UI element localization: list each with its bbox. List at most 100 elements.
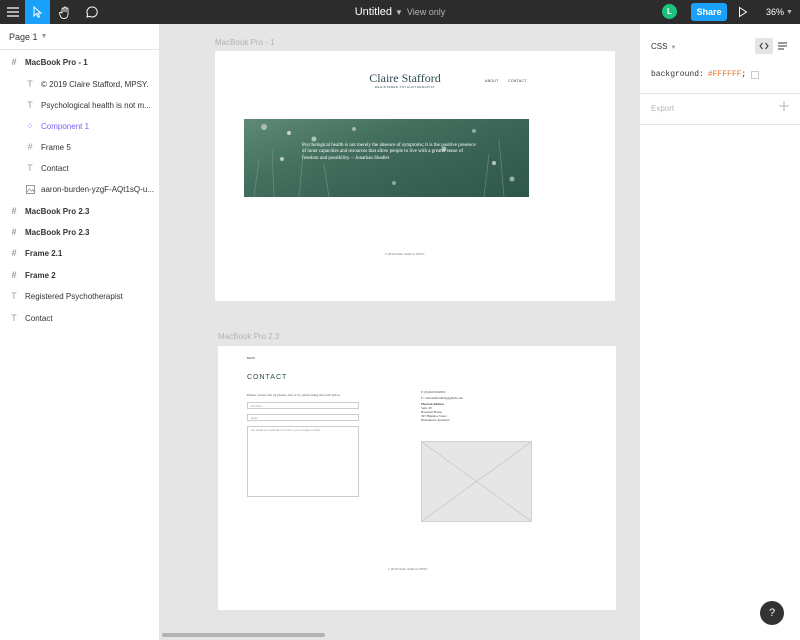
frame-icon: # bbox=[11, 57, 17, 67]
layer-item[interactable]: # Frame 5 bbox=[0, 137, 159, 157]
map-placeholder bbox=[421, 441, 532, 522]
document-title-area: Untitled ▼ View only bbox=[0, 0, 800, 24]
layer-item[interactable]: # Frame 2.1 bbox=[0, 243, 159, 263]
hand-icon bbox=[58, 6, 68, 19]
share-button[interactable]: Share bbox=[691, 3, 727, 21]
nav-about: ABOUT bbox=[485, 79, 499, 83]
view-mode-label: View only bbox=[406, 7, 446, 17]
layer-label: MacBook Pro - 1 bbox=[25, 57, 88, 67]
plus-icon bbox=[779, 101, 789, 111]
email-field: Email bbox=[247, 414, 359, 421]
chevron-down-icon: ▼ bbox=[670, 45, 677, 51]
horizontal-scrollbar[interactable] bbox=[162, 633, 325, 637]
export-label: Export bbox=[651, 104, 675, 113]
list-icon bbox=[777, 42, 787, 50]
layer-label: © 2019 Claire Stafford, MPSY. bbox=[41, 79, 149, 89]
play-icon bbox=[739, 6, 748, 18]
main-menu-button[interactable] bbox=[0, 0, 25, 24]
chevron-down-icon: ▼ bbox=[40, 33, 48, 40]
name-field: Full Name bbox=[247, 402, 359, 409]
layer-item[interactable]: ⁘ Component 1 bbox=[0, 116, 159, 136]
add-export-button[interactable] bbox=[779, 101, 789, 113]
form-intro: Please contact me by phone, text or by e… bbox=[247, 393, 341, 397]
frame-icon: # bbox=[11, 270, 17, 280]
help-button[interactable]: ? bbox=[760, 601, 784, 625]
email-placeholder: Email bbox=[251, 417, 258, 420]
layer-item[interactable]: # MacBook Pro 2.3 bbox=[0, 201, 159, 221]
layer-item[interactable]: aaron-burden-yzgF-AQt1sQ-u... bbox=[0, 179, 159, 199]
comment-tool-button[interactable] bbox=[79, 0, 104, 24]
hamburger-menu-icon bbox=[6, 7, 19, 17]
text-icon: T bbox=[11, 291, 17, 301]
move-tool-button[interactable] bbox=[25, 0, 50, 24]
code-language-label: CSS bbox=[651, 42, 668, 51]
text-icon: T bbox=[27, 79, 33, 89]
present-button[interactable] bbox=[738, 5, 750, 19]
code-brackets-icon bbox=[759, 42, 769, 50]
layer-item[interactable]: # MacBook Pro 2.3 bbox=[0, 222, 159, 242]
text-icon: T bbox=[27, 100, 33, 110]
divider bbox=[640, 93, 800, 94]
layer-label: Contact bbox=[25, 313, 53, 323]
text-icon: T bbox=[27, 163, 33, 173]
message-placeholder: Any details you would like to include in… bbox=[251, 429, 321, 432]
list-view-button[interactable] bbox=[776, 39, 788, 53]
chevron-down-icon[interactable]: ▼ bbox=[395, 8, 403, 17]
frame-icon: # bbox=[11, 206, 17, 216]
frame-macbook-pro-2-3[interactable]: BACK CONTACT Please contact me by phone,… bbox=[218, 346, 616, 610]
divider bbox=[640, 124, 800, 125]
zoom-level: 36% bbox=[766, 7, 785, 17]
layer-label: Frame 2.1 bbox=[25, 248, 63, 258]
comment-bubble-icon bbox=[85, 6, 98, 18]
frame-label[interactable]: MacBook Pro 2.3 bbox=[218, 332, 279, 341]
layer-item[interactable]: T Registered Psychotherapist bbox=[0, 286, 159, 306]
layer-label: Frame 2 bbox=[25, 270, 56, 280]
hero-quote: Psychological health is not merely the a… bbox=[302, 143, 476, 161]
document-name[interactable]: Untitled bbox=[355, 6, 392, 18]
contact-heading: CONTACT bbox=[247, 374, 288, 381]
layer-item[interactable]: # Frame 2 bbox=[0, 265, 159, 285]
text-icon: T bbox=[11, 313, 17, 323]
hand-tool-button[interactable] bbox=[52, 0, 77, 24]
page-selector[interactable]: Page 1 ▼ bbox=[0, 24, 159, 50]
layer-item[interactable]: # MacBook Pro - 1 bbox=[0, 52, 159, 72]
site-logo: Claire Stafford bbox=[369, 71, 441, 85]
design-canvas[interactable]: MacBook Pro - 1 Claire Stafford REGISTER… bbox=[160, 24, 639, 640]
image-icon bbox=[25, 184, 35, 194]
cursor-arrow-icon bbox=[33, 6, 42, 18]
layer-label: Component 1 bbox=[41, 121, 90, 131]
phone-text: P: (64)0225240952 bbox=[421, 390, 446, 394]
frame-label[interactable]: MacBook Pro - 1 bbox=[215, 38, 275, 47]
code-language-select[interactable]: CSS ▼ bbox=[651, 42, 676, 51]
component-icon: ⁘ bbox=[26, 120, 34, 131]
code-view-button[interactable] bbox=[755, 38, 773, 54]
message-field: Any details you would like to include in… bbox=[247, 426, 359, 497]
color-swatch bbox=[751, 70, 760, 79]
layer-label: Frame 5 bbox=[41, 142, 71, 152]
contact-info: P: (64)0225240952 E: clairestafford029@g… bbox=[421, 390, 531, 422]
frame-icon: # bbox=[27, 142, 33, 152]
layers-panel: Page 1 ▼ # MacBook Pro - 1 T © 2019 Claire… bbox=[0, 24, 160, 640]
footer-copyright: © 2019 Claire Stafford, MPSY. bbox=[387, 567, 429, 571]
page-name: Page 1 bbox=[9, 31, 38, 42]
chevron-down-icon: ▼ bbox=[786, 8, 793, 16]
name-placeholder: Full Name bbox=[251, 405, 263, 408]
email-text: E: clairestafford029@gmail.com bbox=[421, 396, 463, 400]
layer-label: Psychological health is not m... bbox=[41, 100, 151, 110]
layer-label: Contact bbox=[41, 163, 69, 173]
zoom-menu[interactable]: 36% ▼ bbox=[766, 0, 793, 24]
nav-contact: CONTACT bbox=[508, 79, 527, 83]
css-property: background: bbox=[651, 70, 704, 79]
frame-icon: # bbox=[11, 248, 17, 258]
layer-label: MacBook Pro 2.3 bbox=[25, 227, 90, 237]
user-avatar[interactable]: L bbox=[662, 4, 677, 19]
frame-macbook-pro-1[interactable]: Claire Stafford REGISTERED PSYCHOTHERAPI… bbox=[215, 51, 615, 301]
site-logo-subtitle: REGISTERED PSYCHOTHERAPIST bbox=[374, 85, 436, 89]
css-code-line: background: #FFFFFF; bbox=[651, 70, 760, 79]
layer-item[interactable]: T Contact bbox=[0, 158, 159, 178]
layer-item[interactable]: T Contact bbox=[0, 308, 159, 328]
address-line: Birkenhead, Auckland bbox=[421, 418, 450, 422]
layer-item[interactable]: T © 2019 Claire Stafford, MPSY. bbox=[0, 74, 159, 94]
layer-item[interactable]: T Psychological health is not m... bbox=[0, 95, 159, 115]
layer-label: aaron-burden-yzgF-AQt1sQ-u... bbox=[41, 184, 154, 194]
